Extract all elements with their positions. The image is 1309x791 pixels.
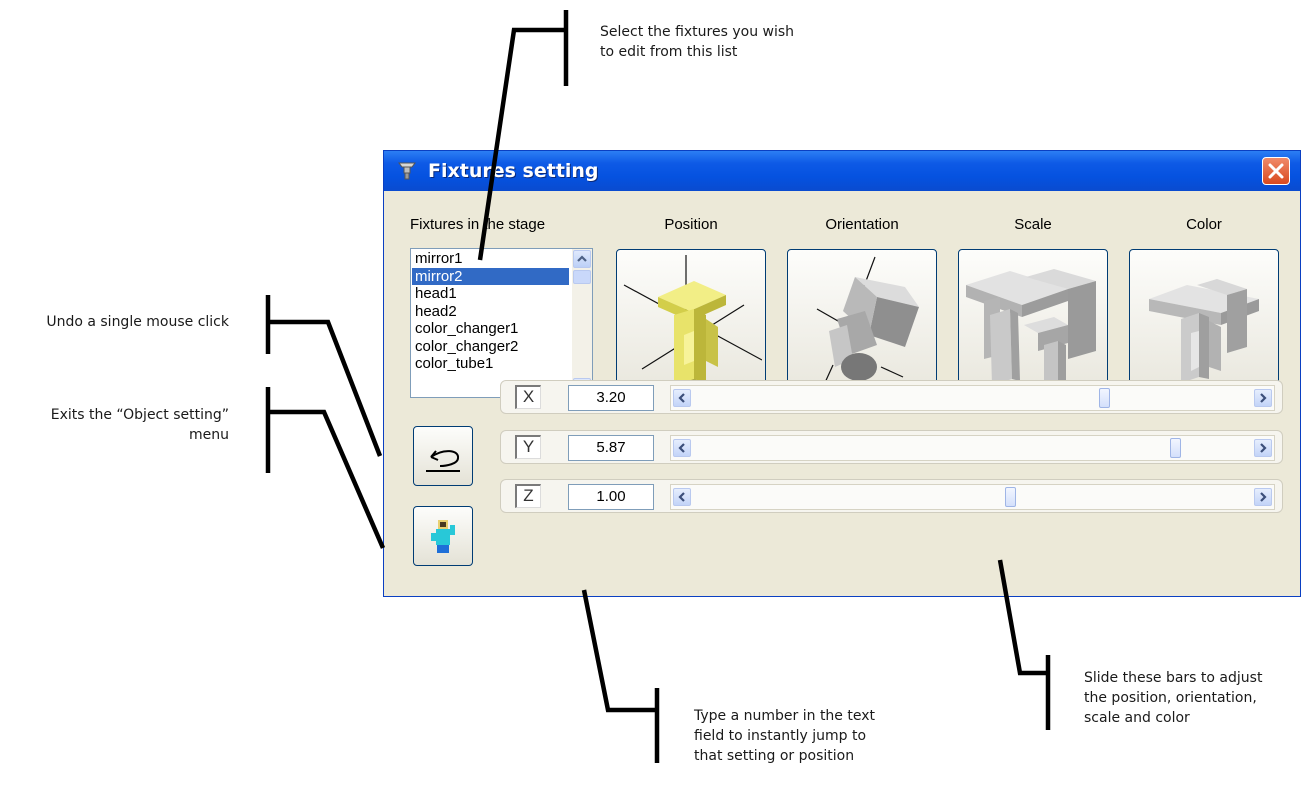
list-item[interactable]: head2 [412, 303, 569, 321]
annotation-line: to edit from this list [600, 44, 738, 60]
annotation-line: Exits the “Object setting” [50, 407, 229, 423]
slider-thumb[interactable] [1099, 388, 1110, 408]
annotation-line: that setting or position [694, 748, 855, 764]
orientation-button[interactable] [787, 249, 937, 399]
annotation-line: menu [189, 427, 229, 443]
connector-text-field [581, 589, 657, 713]
orientation-mode-icon [816, 256, 919, 388]
close-icon [1268, 163, 1284, 179]
slider-right-button[interactable] [1254, 389, 1272, 407]
list-item[interactable]: color_tube1 [412, 355, 569, 373]
waving-person-icon [431, 520, 455, 553]
scale-button[interactable] [958, 249, 1108, 399]
annotation-line: scale and color [1084, 710, 1190, 726]
slider-thumb[interactable] [1005, 487, 1016, 507]
scale-mode-icon [966, 269, 1096, 393]
chevron-right-icon [1260, 492, 1267, 502]
tab-color-label: Color [1186, 216, 1222, 233]
color-button[interactable] [1129, 249, 1279, 399]
list-item[interactable]: color_changer2 [412, 338, 569, 356]
position-button[interactable] [616, 249, 766, 399]
chevron-right-icon [1260, 393, 1267, 403]
slider-left-button[interactable] [673, 488, 691, 506]
slider-row-x: X 3.20 [500, 380, 1283, 414]
dialog-client: Fixtures in the stage Position Orientati… [388, 191, 1296, 592]
value-input[interactable]: 3.20 [568, 385, 654, 411]
slider-row-y: Y 5.87 [500, 430, 1283, 464]
slider-left-button[interactable] [673, 439, 691, 457]
slider-track[interactable] [670, 435, 1275, 461]
fixtures-setting-window: Fixtures setting Fixtures in the stage P… [383, 150, 1301, 597]
fixtures-list[interactable]: mirror1 mirror2 head1 head2 color_changer1 co… [410, 248, 593, 398]
value-input[interactable]: 1.00 [568, 484, 654, 510]
annotation-undo: Undo a single mouse click [0, 312, 229, 332]
fixtures-list-items: mirror1 mirror2 head1 head2 color_changer1 co… [412, 250, 569, 373]
scroll-up-button[interactable] [573, 250, 591, 268]
list-item[interactable]: mirror2 [412, 267, 569, 285]
undo-icon [426, 450, 460, 472]
annotation-fixture-list: Select the fixtures you wish to edit fro… [600, 22, 794, 62]
exit-button[interactable] [413, 506, 473, 566]
slider-track[interactable] [670, 385, 1275, 411]
chevron-up-icon [577, 255, 587, 262]
slider-left-button[interactable] [673, 389, 691, 407]
title-bar[interactable]: Fixtures setting [384, 151, 1300, 191]
annotation-line: Type a number in the text [694, 708, 875, 724]
position-mode-icon [623, 255, 762, 391]
slider-thumb[interactable] [1170, 438, 1181, 458]
tab-position-label: Position [664, 216, 718, 233]
axis-label: X [515, 385, 541, 409]
undo-button[interactable] [413, 426, 473, 486]
scroll-thumb[interactable] [573, 270, 591, 284]
tab-scale-label: Scale [1014, 216, 1052, 233]
tab-orientation-label: Orientation [825, 216, 899, 233]
slider-row-z: Z 1.00 [500, 479, 1283, 513]
list-scrollbar[interactable] [572, 249, 592, 397]
annotation-line: Select the fixtures you wish [600, 24, 795, 40]
annotation-sliders: Slide these bars to adjust the position,… [1084, 668, 1262, 728]
chevron-left-icon [678, 393, 685, 403]
annotation-exit: Exits the “Object setting” menu [0, 405, 229, 445]
annotation-text-field: Type a number in the text field to insta… [694, 706, 875, 766]
slider-right-button[interactable] [1254, 439, 1272, 457]
window-title: Fixtures setting [428, 160, 599, 182]
fixtures-list-label: Fixtures in the stage [410, 216, 546, 233]
list-item[interactable]: mirror1 [412, 250, 569, 268]
slider-right-button[interactable] [1254, 488, 1272, 506]
axis-label: Z [515, 484, 541, 508]
annotation-line: Slide these bars to adjust [1084, 670, 1263, 686]
connector-undo [268, 319, 383, 457]
annotation-line: field to instantly jump to [694, 728, 867, 744]
chevron-left-icon [678, 492, 685, 502]
connector-exit [268, 409, 386, 549]
annotation-line: Undo a single mouse click [46, 314, 229, 330]
list-item[interactable]: head1 [412, 285, 569, 303]
value-input[interactable]: 5.87 [568, 435, 654, 461]
list-item[interactable]: color_changer1 [412, 320, 569, 338]
slider-track[interactable] [670, 484, 1275, 510]
color-mode-icon [1149, 279, 1259, 383]
chevron-left-icon [678, 443, 685, 453]
axis-label: Y [515, 435, 541, 459]
close-button[interactable] [1262, 157, 1290, 185]
annotation-line: the position, orientation, [1084, 690, 1257, 706]
chevron-right-icon [1260, 443, 1267, 453]
fixture-lamp-icon [398, 162, 416, 180]
